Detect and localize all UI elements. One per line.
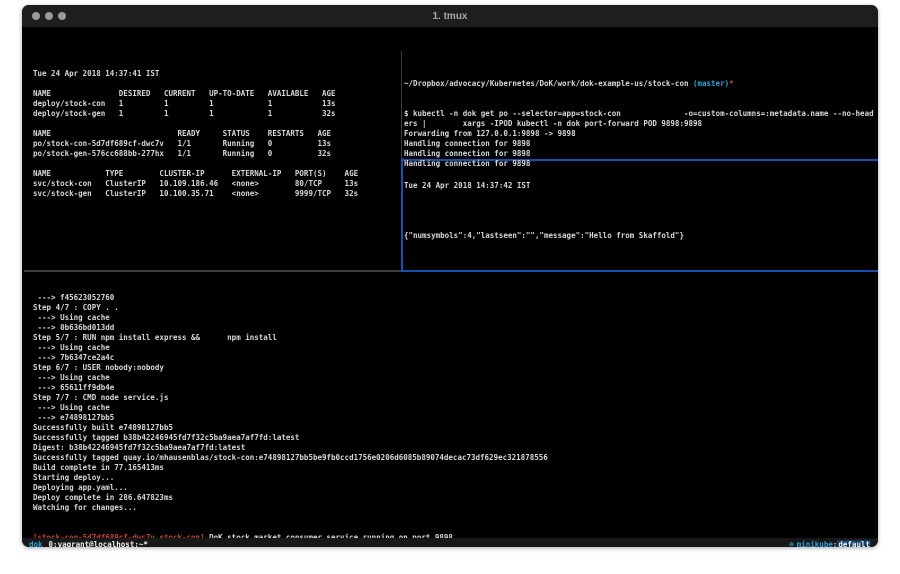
status-right: ☸ minikube : default <box>789 540 871 548</box>
pane-curl-output[interactable]: Tue 24 Apr 2018 14:37:42 IST {"numsymbol… <box>404 161 876 261</box>
tmux-terminal: Tue 24 Apr 2018 14:37:41 IST NAME DESIRE… <box>22 28 878 547</box>
zoom-button[interactable] <box>58 12 66 20</box>
pane-divider-horizontal-active[interactable] <box>401 270 878 272</box>
git-dirty-flag: * <box>729 79 734 88</box>
window-titlebar[interactable]: 1. tmux <box>22 5 878 28</box>
docker-build-output: ---> f45623052760 Step 4/7 : COPY . . --… <box>33 293 873 513</box>
kube-context: minikube <box>797 540 833 548</box>
window-tab[interactable]: 0:vagrant@localhost:~* <box>49 540 148 548</box>
status-left: dok 0:vagrant@localhost:~* <box>29 540 148 548</box>
tmux-status-bar: dok 0:vagrant@localhost:~* ☸ minikube : … <box>22 538 878 547</box>
curl-timestamp: Tue 24 Apr 2018 14:37:42 IST <box>404 181 876 191</box>
window-title: 1. tmux <box>22 5 878 28</box>
terminal-window: 1. tmux Tue 24 Apr 2018 14:37:41 IST NAM… <box>22 5 878 547</box>
traffic-lights <box>32 12 66 20</box>
close-button[interactable] <box>32 12 40 20</box>
kube-namespace: default <box>837 540 871 548</box>
pane-divider-vertical[interactable] <box>401 51 402 158</box>
curl-json-response: {"numsymbols":4,"lastseen":"","message":… <box>404 231 876 241</box>
git-branch: (master) <box>693 79 729 88</box>
prompt-line: ~/Dropbox/advocacy/Kubernetes/DoK/work/d… <box>404 79 876 89</box>
pane-skaffold-log[interactable]: ---> f45623052760 Step 4/7 : COPY . . --… <box>33 273 873 547</box>
session-name: dok <box>29 540 43 548</box>
pane-divider-vertical-active[interactable] <box>401 158 403 271</box>
pane-kubectl-watch[interactable]: Tue 24 Apr 2018 14:37:41 IST NAME DESIRE… <box>33 49 398 219</box>
pane-divider-horizontal-left[interactable] <box>24 270 401 272</box>
minimize-button[interactable] <box>45 12 53 20</box>
kubernetes-icon: ☸ <box>789 540 794 548</box>
cwd-path: ~/Dropbox/advocacy/Kubernetes/DoK/work/d… <box>404 79 693 88</box>
kubectl-watch-output: Tue 24 Apr 2018 14:37:41 IST NAME DESIRE… <box>33 69 398 199</box>
port-forward-output: $ kubectl -n dok get po --selector=app=s… <box>404 109 876 169</box>
